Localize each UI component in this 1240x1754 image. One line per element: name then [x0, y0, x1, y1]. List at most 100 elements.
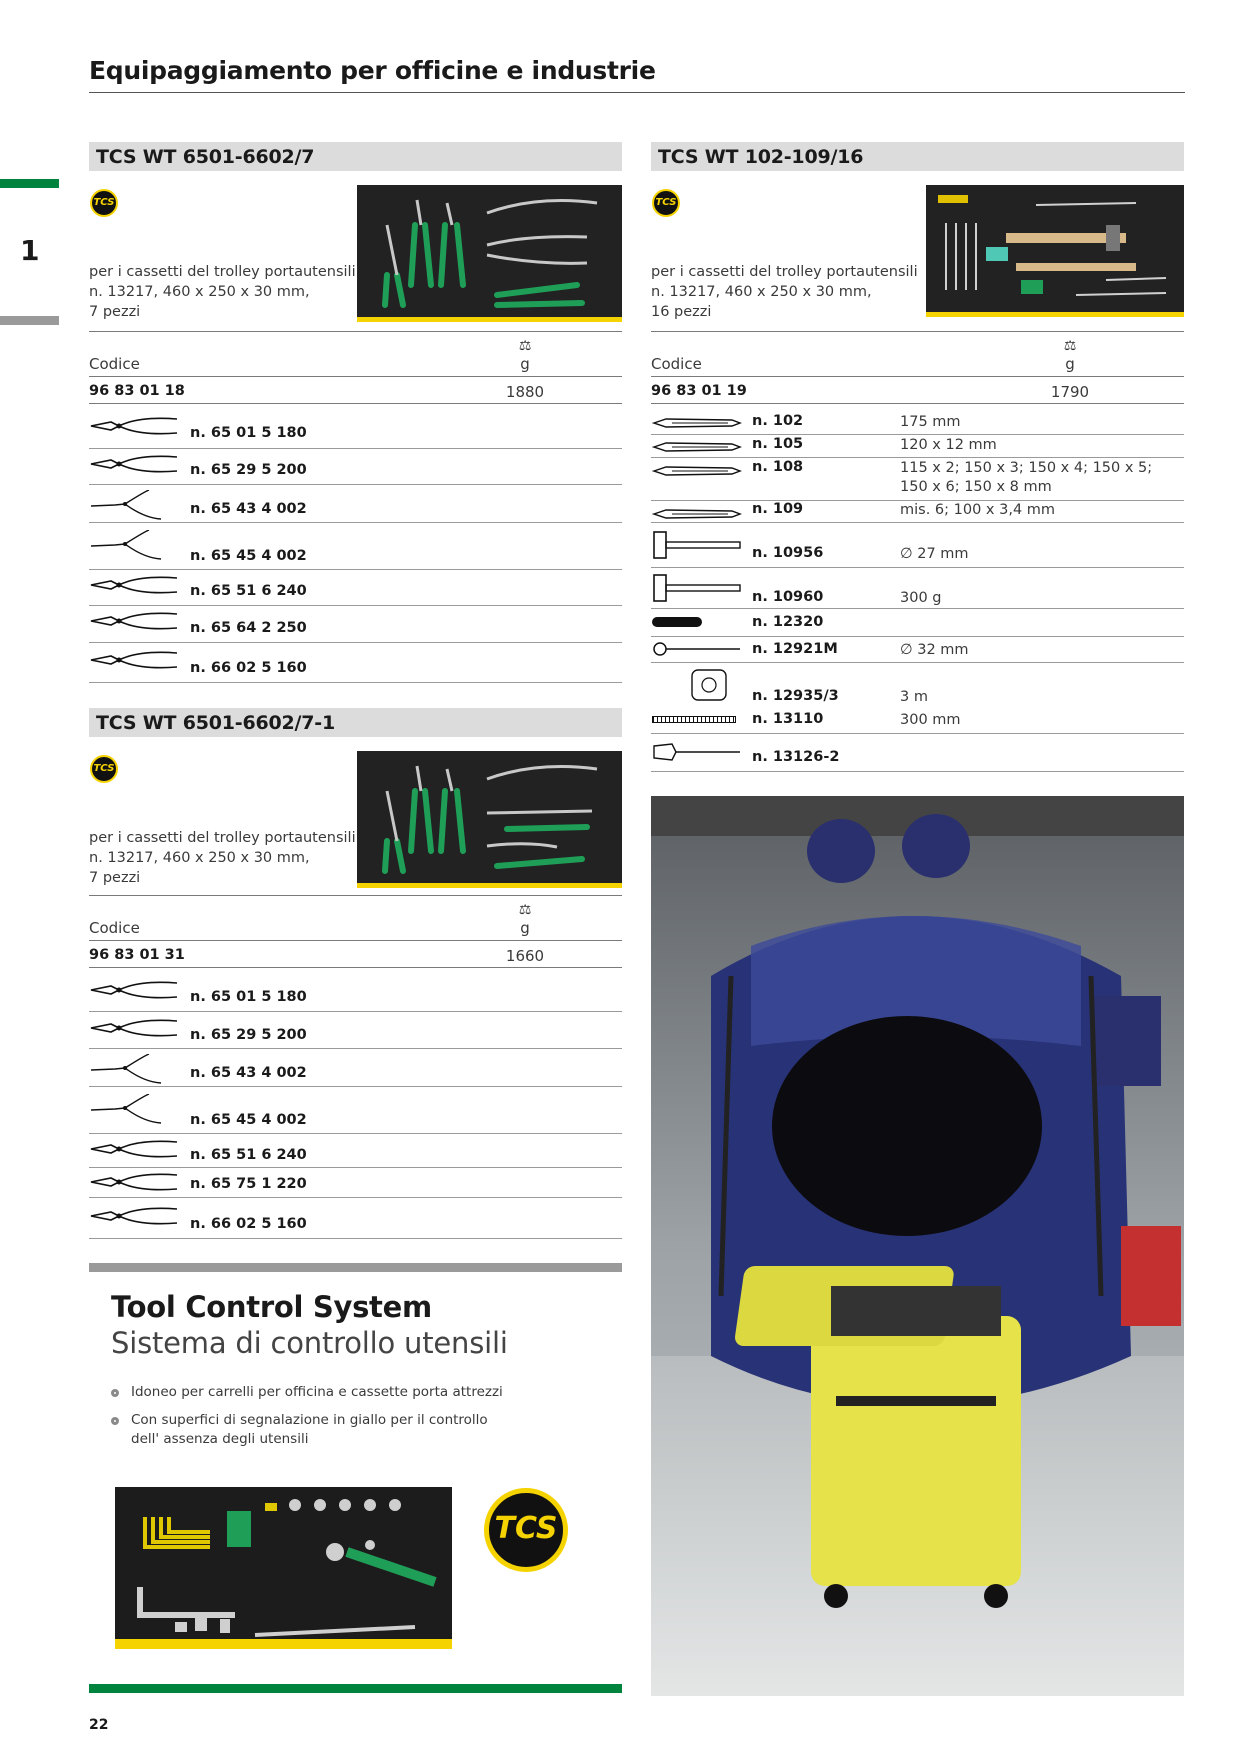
promo-title: Tool Control System [111, 1290, 432, 1324]
water-pump-pliers-icon [89, 1137, 179, 1165]
row-divider [651, 567, 1184, 568]
table-divider [651, 331, 1184, 332]
item-spec: ∅ 27 mm [900, 546, 969, 562]
item-spec: 300 mm [900, 712, 961, 728]
item-ref: n. 10956 [752, 545, 824, 561]
circlip-pliers-icon [89, 530, 179, 564]
row-divider [651, 771, 1184, 772]
promo-top-bar [89, 1263, 622, 1272]
tcs-badge-icon: TCS [652, 189, 680, 217]
set-heading: TCS WT 102-109/16 [651, 142, 1184, 171]
set-heading: TCS WT 6501-6602/7-1 [89, 708, 622, 737]
tcs-logo-icon: TCS [484, 1488, 568, 1572]
combination-pliers-icon [89, 414, 179, 442]
promo-bullet: Con superfici di segnalazione in giallo … [131, 1412, 488, 1447]
codice-label: Codice [651, 355, 702, 373]
item-ref: n. 65 29 5 200 [190, 1027, 307, 1043]
article-code: 96 83 01 31 [89, 947, 185, 963]
row-divider [651, 434, 1184, 435]
row-divider [89, 642, 622, 643]
circlip-pliers-icon [89, 1094, 179, 1128]
row-divider [89, 605, 622, 606]
item-ref: n. 12921M [752, 641, 838, 657]
row-divider [651, 608, 1184, 609]
item-ref: n. 65 51 6 240 [190, 583, 307, 599]
item-ref: n. 13126-2 [752, 749, 840, 765]
combination-pliers-icon [89, 978, 179, 1006]
unit-label: g [520, 355, 530, 373]
row-divider [89, 1197, 622, 1198]
row-divider [89, 522, 622, 523]
scale-icon: ⚖ [518, 902, 532, 918]
magnetic-pickup-icon [652, 641, 742, 661]
row-divider [651, 636, 1184, 637]
row-divider [89, 1238, 622, 1239]
locking-pliers-icon [89, 609, 179, 637]
promo-bottom-bar [89, 1684, 622, 1693]
article-weight: 1790 [1050, 383, 1090, 401]
item-ref: n. 10960 [752, 589, 824, 605]
scale-icon: ⚖ [518, 338, 532, 354]
scale-icon: ⚖ [1063, 338, 1077, 354]
tool-tray-image [357, 751, 622, 888]
long-nose-pliers-icon [89, 1016, 179, 1044]
item-ref: n. 65 51 6 240 [190, 1147, 307, 1163]
table-divider [651, 376, 1184, 377]
item-ref: n. 108 [752, 459, 804, 475]
unit-label: g [520, 919, 530, 937]
row-divider [89, 569, 622, 570]
item-spec: ∅ 32 mm [900, 642, 969, 658]
codice-label: Codice [89, 355, 140, 373]
item-spec: mis. 6; 100 x 3,4 mm [900, 502, 1056, 518]
tool-tray-image [926, 185, 1184, 317]
item-ref: n. 12320 [752, 614, 824, 630]
unit-label: g [1065, 355, 1075, 373]
item-ref: n. 109 [752, 501, 804, 517]
item-ref: n. 105 [752, 436, 804, 452]
item-spec: 115 x 2; 150 x 3; 150 x 4; 150 x 5; 150 … [900, 460, 1153, 495]
bullet-icon [111, 1417, 119, 1425]
item-spec: 175 mm [900, 414, 961, 430]
pocket-knife-icon [652, 617, 702, 627]
promo-subtitle: Sistema di controllo utensili [111, 1326, 508, 1360]
chapter-tab-marker-gray [0, 316, 59, 325]
helicopter-hangar-photo [651, 796, 1184, 1696]
page-title: Equipaggiamento per officine e industrie [89, 56, 656, 85]
steel-ruler-icon [652, 716, 736, 723]
item-ref: n. 66 02 5 160 [190, 1216, 307, 1232]
water-pump-pliers-icon [89, 573, 179, 601]
chisel-icon [652, 414, 742, 433]
item-ref: n. 65 29 5 200 [190, 462, 307, 478]
article-weight: 1880 [505, 383, 545, 401]
item-spec: 3 m [900, 689, 928, 705]
article-code: 96 83 01 18 [89, 383, 185, 399]
row-divider [89, 1086, 622, 1087]
row-divider [89, 1133, 622, 1134]
item-ref: n. 66 02 5 160 [190, 660, 307, 676]
scriber-icon [652, 742, 742, 766]
row-divider [89, 682, 622, 683]
codice-label: Codice [89, 919, 140, 937]
row-divider [651, 457, 1184, 458]
article-weight: 1660 [505, 947, 545, 965]
item-ref: n. 13110 [752, 711, 824, 727]
set-description: per i cassetti del trolley portautensili… [89, 830, 356, 886]
promo-bullet: Idoneo per carrelli per officina e casse… [131, 1384, 503, 1400]
circlip-pliers-icon [89, 1054, 179, 1088]
flat-chisel-icon [652, 438, 742, 457]
item-spec: 300 g [900, 590, 942, 606]
side-cutter-icon [89, 1204, 179, 1232]
article-code: 96 83 01 19 [651, 383, 747, 399]
chapter-number: 1 [20, 234, 40, 267]
row-divider [651, 662, 1184, 663]
set-description: per i cassetti del trolley portautensili… [89, 264, 356, 320]
table-divider [89, 967, 622, 968]
tcs-badge-icon: TCS [90, 189, 118, 217]
row-divider [89, 1048, 622, 1049]
item-ref: n. 65 45 4 002 [190, 1112, 307, 1128]
table-divider [89, 895, 622, 896]
stripping-pliers-icon [89, 1170, 179, 1198]
soft-face-hammer-icon [652, 530, 742, 564]
item-ref: n. 65 01 5 180 [190, 425, 307, 441]
table-divider [89, 940, 622, 941]
